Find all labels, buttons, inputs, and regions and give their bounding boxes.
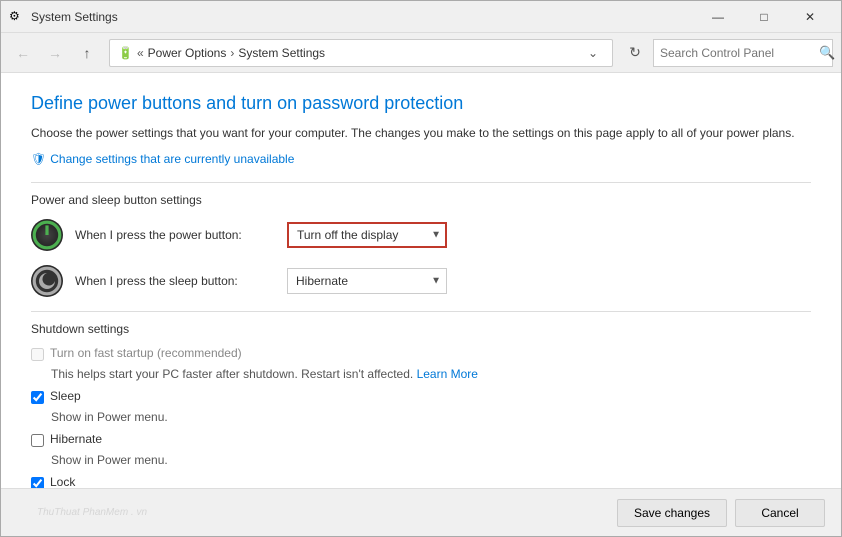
hibernate-desc: Show in Power menu. bbox=[51, 453, 811, 467]
breadcrumb-separator: « bbox=[137, 46, 144, 60]
change-settings-link[interactable]: 🛡 Change settings that are currently una… bbox=[31, 152, 811, 166]
sleep-button-row: When I press the sleep button: Do nothin… bbox=[31, 265, 811, 297]
search-icon[interactable]: 🔍 bbox=[819, 45, 835, 61]
sleep-button-dropdown-wrapper: Do nothing Sleep Hibernate Shut down ▼ bbox=[287, 268, 447, 294]
window-controls: — □ ✕ bbox=[695, 1, 833, 33]
watermark: ThuThuat PhanMem . vn bbox=[17, 507, 609, 518]
power-button-dropdown-wrapper: Do nothing Sleep Hibernate Shut down Tur… bbox=[287, 222, 447, 248]
sleep-row: Sleep bbox=[31, 389, 811, 404]
power-button-row: When I press the power button: Do nothin… bbox=[31, 219, 811, 251]
power-button-icon bbox=[31, 219, 63, 251]
fast-startup-label: Turn on fast startup (recommended) bbox=[50, 346, 242, 360]
cancel-button[interactable]: Cancel bbox=[735, 499, 825, 527]
lock-label: Lock bbox=[50, 475, 75, 488]
learn-more-link[interactable]: Learn More bbox=[417, 367, 478, 381]
sleep-button-icon bbox=[31, 265, 63, 297]
divider-1 bbox=[31, 182, 811, 183]
lock-row: Lock bbox=[31, 475, 811, 488]
breadcrumb-current: System Settings bbox=[238, 46, 325, 60]
maximize-button[interactable]: □ bbox=[741, 1, 787, 33]
search-input[interactable] bbox=[660, 46, 815, 60]
page-description: Choose the power settings that you want … bbox=[31, 124, 811, 142]
power-button-label: When I press the power button: bbox=[75, 228, 275, 242]
close-button[interactable]: ✕ bbox=[787, 1, 833, 33]
title-bar: ⚙ System Settings — □ ✕ bbox=[1, 1, 841, 33]
page-title: Define power buttons and turn on passwor… bbox=[31, 93, 811, 114]
forward-button[interactable]: → bbox=[41, 39, 69, 67]
shutdown-section: Shutdown settings Turn on fast startup (… bbox=[31, 322, 811, 488]
minimize-button[interactable]: — bbox=[695, 1, 741, 33]
hibernate-row: Hibernate bbox=[31, 432, 811, 447]
fast-startup-desc: This helps start your PC faster after sh… bbox=[51, 367, 811, 381]
sleep-desc: Show in Power menu. bbox=[51, 410, 811, 424]
refresh-button[interactable]: ↻ bbox=[621, 39, 649, 67]
power-button-dropdown[interactable]: Do nothing Sleep Hibernate Shut down Tur… bbox=[287, 222, 447, 248]
sleep-label: Sleep bbox=[50, 389, 81, 403]
back-button[interactable]: ← bbox=[9, 39, 37, 67]
footer: ThuThuat PhanMem . vn Save changes Cance… bbox=[1, 488, 841, 536]
breadcrumb-icon: 🔋 bbox=[118, 46, 133, 60]
breadcrumb-dropdown-arrow[interactable]: ⌄ bbox=[582, 44, 604, 62]
change-settings-text[interactable]: Change settings that are currently unava… bbox=[50, 152, 294, 166]
breadcrumb-link-power-options[interactable]: Power Options bbox=[148, 46, 227, 60]
fast-startup-row: Turn on fast startup (recommended) bbox=[31, 346, 811, 361]
hibernate-label: Hibernate bbox=[50, 432, 102, 446]
nav-bar: ← → ↑ 🔋 « Power Options › System Setting… bbox=[1, 33, 841, 73]
lock-checkbox[interactable] bbox=[31, 477, 44, 488]
content-area: Define power buttons and turn on passwor… bbox=[1, 73, 841, 488]
fast-startup-checkbox[interactable] bbox=[31, 348, 44, 361]
save-button[interactable]: Save changes bbox=[617, 499, 727, 527]
shield-icon: 🛡 bbox=[31, 152, 46, 166]
window-title: System Settings bbox=[31, 10, 695, 24]
sleep-button-label: When I press the sleep button: bbox=[75, 274, 275, 288]
power-sleep-section-title: Power and sleep button settings bbox=[31, 193, 811, 207]
shutdown-section-title: Shutdown settings bbox=[31, 322, 811, 336]
breadcrumb-arrow-sep: › bbox=[230, 46, 234, 60]
sleep-checkbox[interactable] bbox=[31, 391, 44, 404]
window-icon: ⚙ bbox=[9, 9, 25, 25]
up-button[interactable]: ↑ bbox=[73, 39, 101, 67]
breadcrumb: 🔋 « Power Options › System Settings ⌄ bbox=[109, 39, 613, 67]
divider-2 bbox=[31, 311, 811, 312]
search-box: 🔍 bbox=[653, 39, 833, 67]
sleep-button-dropdown[interactable]: Do nothing Sleep Hibernate Shut down bbox=[287, 268, 447, 294]
hibernate-checkbox[interactable] bbox=[31, 434, 44, 447]
